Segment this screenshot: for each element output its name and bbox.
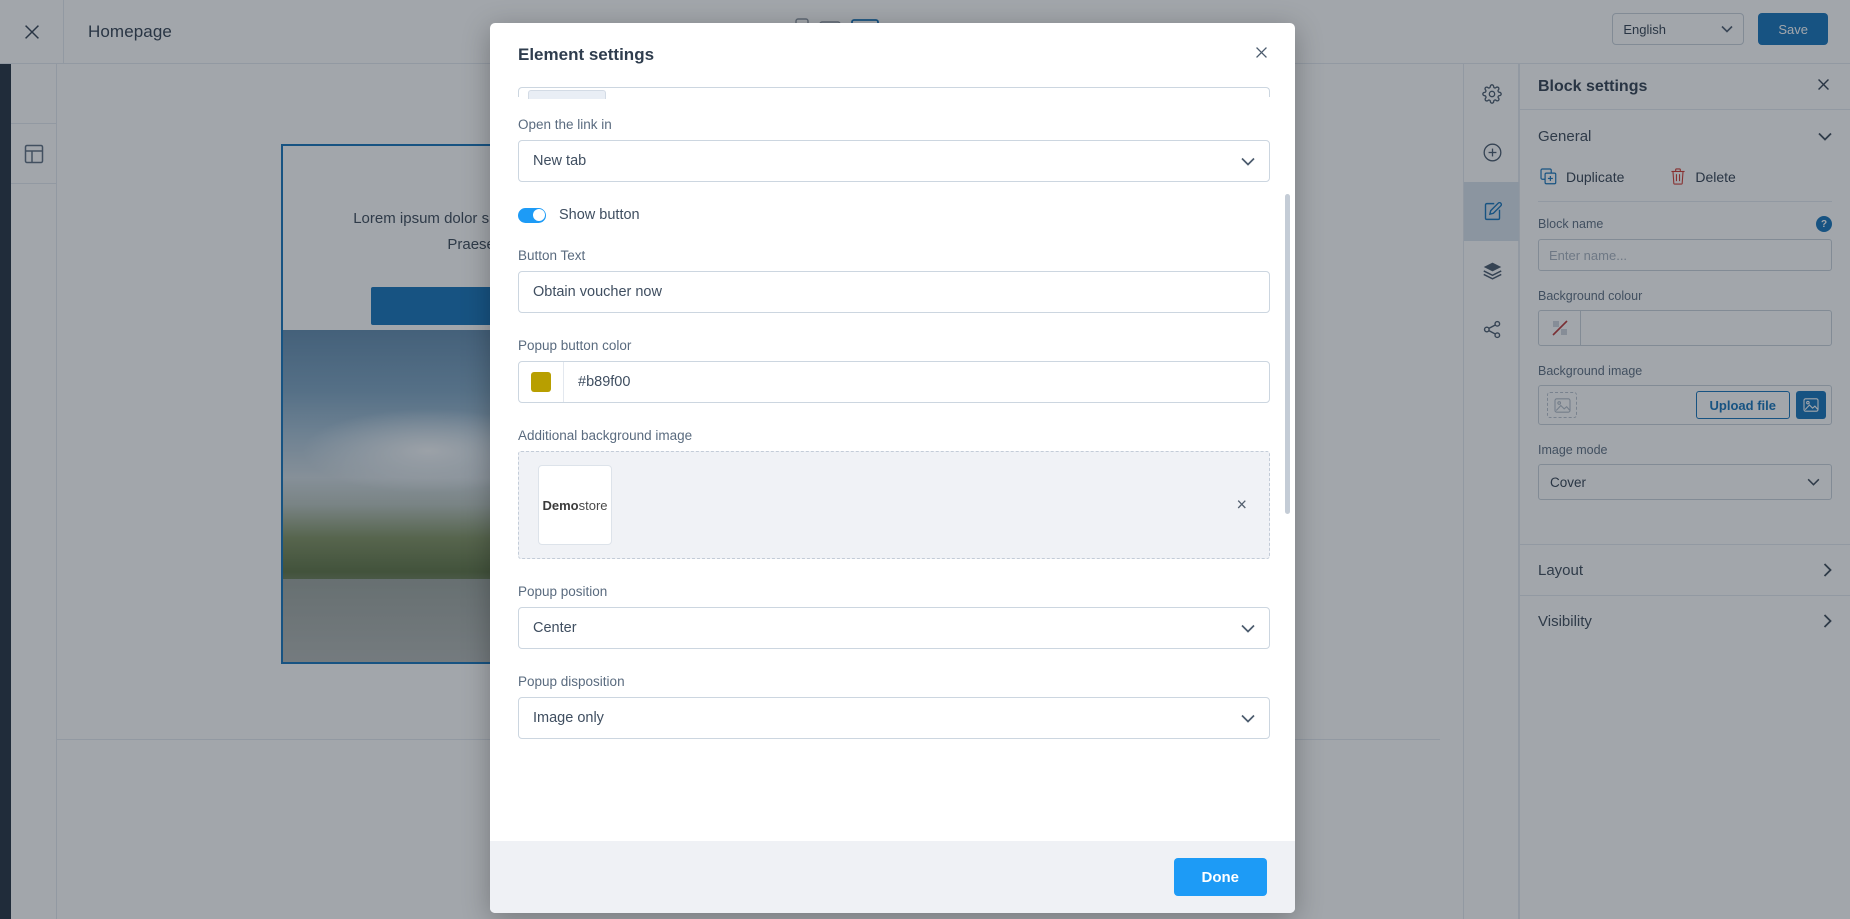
popup-disposition-value: Image only xyxy=(533,710,604,726)
chevron-down-icon xyxy=(1241,624,1255,633)
open-link-value: New tab xyxy=(533,153,587,169)
popup-disposition-select[interactable]: Image only xyxy=(518,697,1270,739)
modal-scrollbar[interactable] xyxy=(1285,194,1290,514)
additional-bg-image-group: Additional background image Demo store × xyxy=(518,428,1270,559)
scrolled-off-field[interactable] xyxy=(518,87,1270,99)
button-text-input[interactable]: Obtain voucher now xyxy=(518,271,1270,313)
show-button-label: Show button xyxy=(559,207,640,223)
popup-position-value: Center xyxy=(533,620,577,636)
popup-button-color-value[interactable]: #b89f00 xyxy=(564,374,630,390)
modal-close-button[interactable] xyxy=(1253,44,1270,66)
popup-disposition-group: Popup disposition Image only xyxy=(518,674,1270,739)
thumb-logo-light: store xyxy=(578,497,608,513)
thumb-logo-bold: Demo xyxy=(542,497,579,513)
modal-header: Element settings xyxy=(490,23,1295,87)
close-icon xyxy=(1256,47,1267,58)
show-button-row[interactable]: Show button xyxy=(518,207,1270,223)
open-link-group: Open the link in New tab xyxy=(518,117,1270,182)
popup-button-color-field[interactable]: #b89f00 xyxy=(518,361,1270,403)
popup-position-select[interactable]: Center xyxy=(518,607,1270,649)
open-link-select[interactable]: New tab xyxy=(518,140,1270,182)
chevron-down-icon xyxy=(1241,157,1255,166)
popup-button-color-swatch[interactable] xyxy=(519,362,564,402)
popup-button-color-label: Popup button color xyxy=(518,338,632,353)
popup-button-color-group: Popup button color #b89f00 xyxy=(518,338,1270,403)
done-button[interactable]: Done xyxy=(1173,858,1267,896)
button-text-label: Button Text xyxy=(518,248,586,263)
popup-disposition-label: Popup disposition xyxy=(518,674,625,689)
additional-bg-image-dropzone[interactable]: Demo store × xyxy=(518,451,1270,559)
uploaded-image-thumbnail[interactable]: Demo store xyxy=(538,465,612,545)
chevron-down-icon xyxy=(1241,714,1255,723)
additional-bg-image-label: Additional background image xyxy=(518,428,693,443)
modal-title: Element settings xyxy=(518,45,655,64)
popup-position-group: Popup position Center xyxy=(518,584,1270,649)
modal-footer: Done xyxy=(490,841,1295,913)
button-text-group: Button Text Obtain voucher now xyxy=(518,248,1270,313)
open-link-label: Open the link in xyxy=(518,117,612,132)
show-button-toggle[interactable] xyxy=(518,207,546,223)
element-settings-modal: Element settings Open the link in New ta… xyxy=(490,23,1295,913)
popup-position-label: Popup position xyxy=(518,584,608,599)
modal-body[interactable]: Open the link in New tab Show button But… xyxy=(490,87,1295,841)
remove-image-button[interactable]: × xyxy=(1236,495,1247,516)
color-chip xyxy=(531,372,551,392)
